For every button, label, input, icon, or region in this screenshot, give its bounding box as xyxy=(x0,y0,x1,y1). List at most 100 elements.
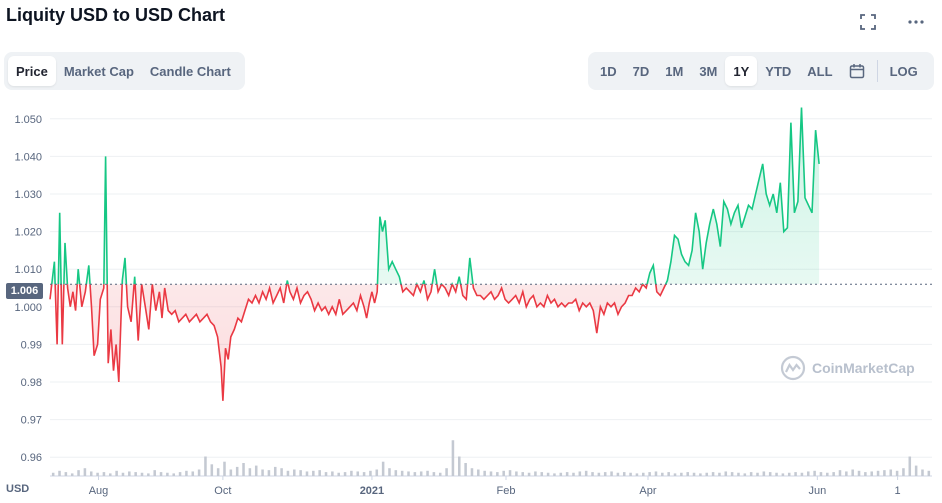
volume-bar xyxy=(591,472,594,476)
volume-bar xyxy=(629,472,632,476)
y-tick-label: 1.020 xyxy=(14,227,42,239)
volume-bar xyxy=(153,470,156,476)
volume-bar xyxy=(540,472,544,476)
volume-bar xyxy=(381,461,385,476)
volume-bar xyxy=(794,472,797,476)
volume-bar xyxy=(83,468,87,476)
volume-bar xyxy=(445,468,448,476)
price-line-above xyxy=(50,107,820,285)
volume-bar xyxy=(845,471,848,476)
volume-bar xyxy=(699,473,702,476)
volume-bar xyxy=(477,469,480,476)
volume-bar xyxy=(248,468,252,476)
volume-bar xyxy=(210,464,214,476)
volume-bar xyxy=(140,472,144,476)
volume-bar xyxy=(914,465,918,476)
volume-bar xyxy=(857,470,861,476)
volume-bar xyxy=(927,470,931,476)
volume-bar xyxy=(400,470,404,476)
volume-bar xyxy=(343,472,347,476)
current-price-label: 1.006 xyxy=(6,283,43,299)
volume-bar xyxy=(64,472,68,476)
volume-bar xyxy=(718,472,721,476)
volume-bar xyxy=(876,470,880,476)
volume-bar xyxy=(572,472,575,476)
x-tick-label: Feb xyxy=(497,485,516,497)
volume-bar xyxy=(216,468,220,476)
x-tick-label: 2021 xyxy=(360,485,384,497)
volume-bar xyxy=(324,472,328,476)
price-area-above xyxy=(51,107,820,285)
volume-bar xyxy=(242,463,245,476)
volume-bar xyxy=(337,472,340,476)
volume-bar xyxy=(419,471,423,476)
y-tick-label: 0.99 xyxy=(21,339,42,351)
volume-bar xyxy=(724,471,728,476)
volume-bar xyxy=(458,456,461,476)
volume-bar xyxy=(622,472,626,476)
y-tick-label: 1.010 xyxy=(14,264,42,276)
y-tick-label: 1.040 xyxy=(14,151,42,163)
volume-bar xyxy=(826,472,829,476)
volume-bar xyxy=(680,472,683,476)
volume-bar xyxy=(692,472,696,476)
volume-bar xyxy=(756,472,759,476)
volume-bar xyxy=(280,468,283,476)
volume-bar xyxy=(483,470,486,476)
volume-bar xyxy=(661,472,664,476)
volume-bar xyxy=(229,469,233,476)
volume-bar xyxy=(273,466,277,476)
volume-bar xyxy=(648,472,651,476)
volume-bar xyxy=(515,471,518,476)
volume-bar xyxy=(470,468,474,476)
volume-bar xyxy=(553,473,556,476)
volume-bar xyxy=(851,469,854,476)
volume-bar xyxy=(388,468,391,476)
volume-bar xyxy=(305,471,309,476)
volume-bar xyxy=(413,472,417,476)
volume-bar xyxy=(496,472,499,476)
volume-bar xyxy=(191,471,195,476)
volume-bar xyxy=(293,469,296,476)
x-tick-label: Oct xyxy=(214,485,231,497)
volume-bar xyxy=(235,466,239,476)
coinmarketcap-logo-icon xyxy=(780,355,806,381)
x-tick-label: 1 xyxy=(895,485,901,497)
volume-bar xyxy=(584,470,588,476)
volume-bar xyxy=(819,472,823,476)
price-chart[interactable]: 0.96 0.97 0.98 0.99 1.000 1.010 1.020 1.030 1.04… xyxy=(0,0,942,503)
volume-bar xyxy=(197,469,201,476)
volume-bar xyxy=(832,472,835,476)
volume-bar xyxy=(743,473,747,476)
volume-bar xyxy=(261,469,264,476)
volume-bar xyxy=(89,471,93,476)
y-tick-label: 1.050 xyxy=(14,114,42,126)
volume-bar xyxy=(667,472,670,476)
volume-bar xyxy=(527,472,531,476)
volume-bar xyxy=(318,470,321,476)
y-tick-label: 0.96 xyxy=(21,452,42,464)
volume-bar xyxy=(438,472,442,476)
volume-bar xyxy=(711,472,715,476)
volume-bar xyxy=(610,471,613,476)
volume-bar xyxy=(921,469,924,476)
volume-bar xyxy=(362,472,366,476)
watermark-text: CoinMarketCap xyxy=(812,360,915,376)
volume-bar xyxy=(578,471,582,476)
volume-bar xyxy=(762,471,766,476)
volume-bar xyxy=(178,472,182,476)
volume-bar xyxy=(134,472,137,476)
price-line-below xyxy=(49,284,667,401)
volume-bar xyxy=(451,440,455,476)
volume-bar xyxy=(775,472,778,476)
volume-bar xyxy=(870,471,873,476)
volume-bar xyxy=(654,471,658,476)
volume-bar xyxy=(77,470,80,476)
volume-bar xyxy=(223,461,226,476)
volume-bar xyxy=(115,470,118,476)
volume-bar xyxy=(838,470,842,476)
volume-bar xyxy=(546,472,550,476)
y-tick-label: 1.000 xyxy=(14,302,42,314)
volume-bar xyxy=(737,472,740,476)
volume-bar xyxy=(635,473,639,476)
